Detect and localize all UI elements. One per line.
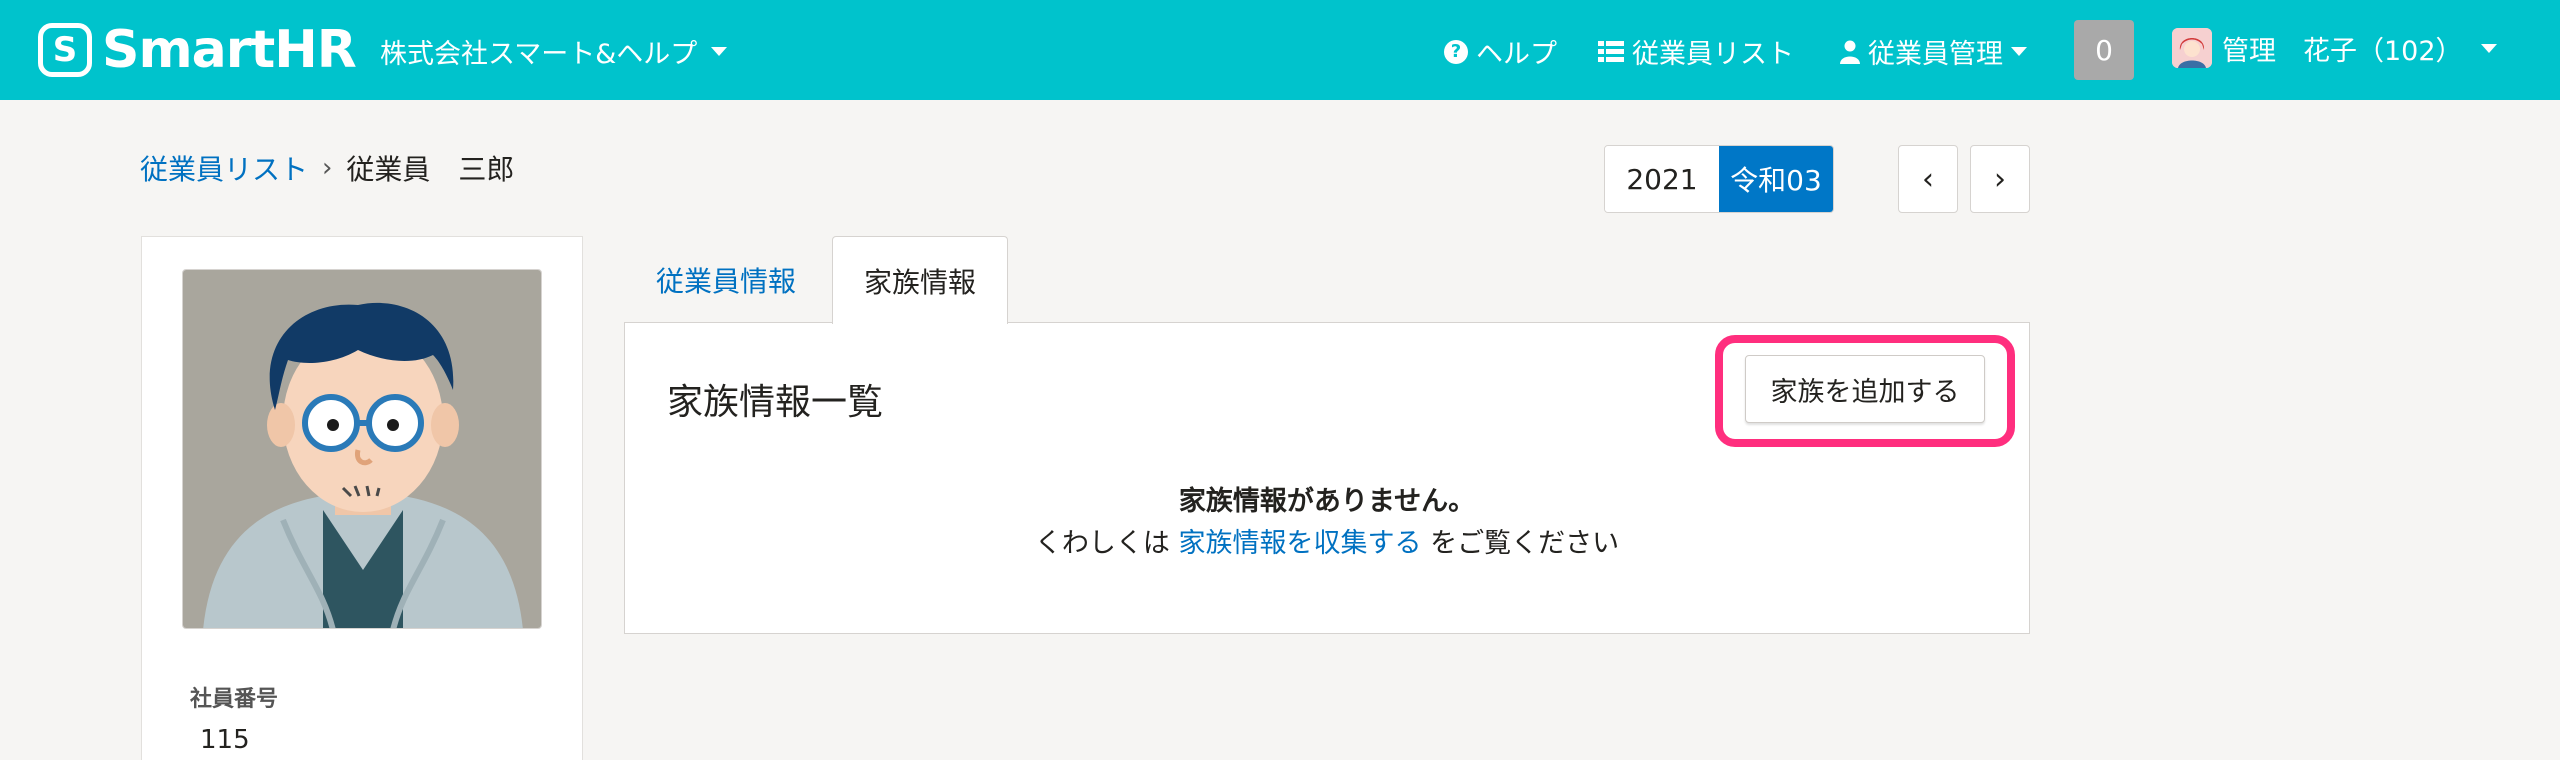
breadcrumb: 従業員リスト › 従業員 三郎 (140, 148, 514, 188)
year-toggle: 2021 令和03 (1604, 145, 1834, 213)
list-icon (1598, 40, 1624, 62)
avatar (2172, 28, 2212, 68)
smarthr-logo[interactable]: S SmartHR (38, 20, 357, 80)
tab-employee-info[interactable]: 従業員情報 (624, 236, 828, 324)
employee-list-link[interactable]: 従業員リスト (1598, 32, 1794, 71)
prev-year-button[interactable]: ‹ (1898, 145, 1958, 213)
logo-mark-icon: S (38, 23, 92, 77)
breadcrumb-current: 従業員 三郎 (346, 153, 515, 186)
empty-state-prefix: くわしくは (1034, 528, 1170, 559)
collect-family-info-link[interactable]: 家族情報を収集する (1179, 528, 1422, 559)
breadcrumb-separator: › (322, 153, 333, 183)
user-name: 管理 花子（102） (2222, 35, 2463, 67)
company-name: 株式会社スマート&ヘルプ (380, 39, 698, 70)
question-circle-icon: ? (1444, 39, 1468, 64)
family-info-panel: 家族情報一覧 家族を追加する 家族情報がありません。 くわしくは 家族情報を収集… (624, 322, 2030, 634)
employee-number-value: 115 (200, 725, 250, 755)
user-menu[interactable]: 管理 花子（102） (2172, 28, 2497, 68)
empty-state-suffix: をご覧ください (1430, 528, 1620, 559)
breadcrumb-employee-list-link[interactable]: 従業員リスト (140, 148, 308, 188)
next-year-button[interactable]: › (1970, 145, 2030, 213)
chevron-left-icon: ‹ (1922, 161, 1934, 197)
panel-title: 家族情報一覧 (667, 382, 884, 423)
chevron-down-icon (2480, 43, 2497, 53)
employee-profile-card: 社員番号 115 (141, 236, 583, 760)
employee-photo (182, 269, 542, 629)
company-switcher[interactable]: 株式会社スマート&ヘルプ (380, 32, 728, 71)
person-icon (1840, 40, 1860, 64)
year-era-button[interactable]: 令和03 (1719, 146, 1833, 212)
employee-list-label: 従業員リスト (1632, 39, 1794, 70)
empty-state-description: くわしくは 家族情報を収集する をご覧ください (625, 521, 2029, 560)
empty-state-title: 家族情報がありません。 (1178, 486, 1476, 517)
employee-manage-label: 従業員管理 (1868, 39, 2003, 70)
notification-badge[interactable]: 0 (2074, 20, 2134, 80)
year-western-button[interactable]: 2021 (1605, 146, 1719, 212)
add-family-button[interactable]: 家族を追加する (1745, 355, 1985, 423)
help-label: ヘルプ (1476, 39, 1557, 70)
top-navigation-bar: S SmartHR 株式会社スマート&ヘルプ ? ヘルプ 従業員リスト 従業員管… (0, 0, 2560, 100)
tab-family-info[interactable]: 家族情報 (832, 236, 1008, 324)
chevron-right-icon: › (1994, 161, 2006, 197)
employee-number-label: 社員番号 (190, 687, 279, 712)
help-link[interactable]: ? ヘルプ (1444, 32, 1557, 71)
chevron-down-icon (711, 47, 728, 56)
chevron-down-icon (2011, 47, 2027, 56)
logo-text: SmartHR (102, 20, 357, 80)
employee-manage-menu[interactable]: 従業員管理 (1840, 32, 2027, 71)
